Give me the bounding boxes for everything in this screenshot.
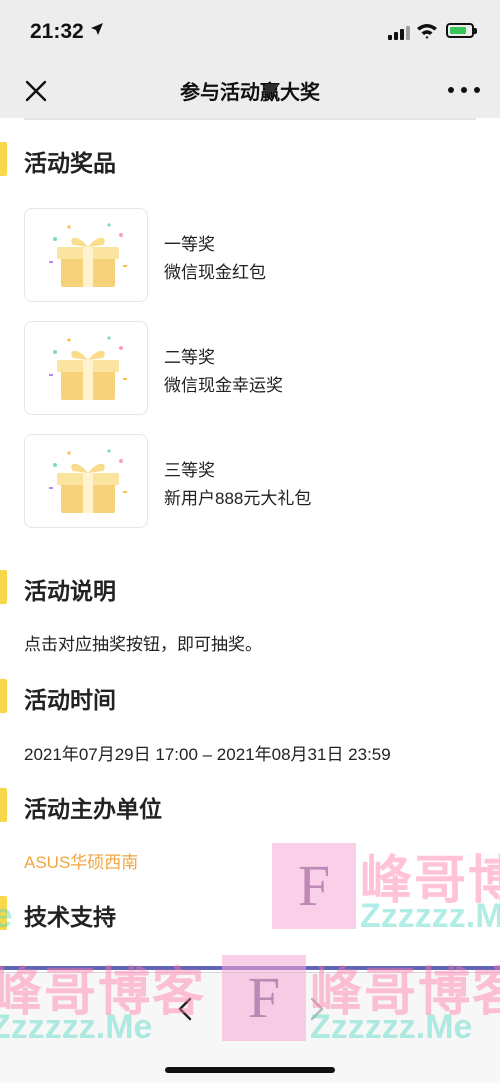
- time-text: 2021年07月29日 17:00 – 2021年08月31日 23:59: [24, 745, 391, 764]
- prize-rank: 二等奖: [164, 348, 215, 367]
- divider: [0, 966, 500, 970]
- status-time: 21:32: [30, 20, 84, 43]
- status-bar: 21:32: [0, 0, 500, 62]
- gift-box-icon: [49, 336, 127, 400]
- prize-name: 新用户888元大礼包: [164, 489, 312, 508]
- nav-bar: 参与活动赢大奖: [0, 62, 500, 118]
- gift-box-icon: [49, 449, 127, 513]
- section-accent-bar: [0, 679, 7, 713]
- section-title: 活动说明: [24, 578, 116, 604]
- cellular-signal-icon: [388, 26, 410, 40]
- home-indicator: [165, 1067, 335, 1073]
- organizer-text: ASUS华硕西南: [24, 853, 139, 872]
- divider: [24, 118, 476, 120]
- prize-image-box: [24, 208, 148, 302]
- section-accent-bar: [0, 142, 7, 176]
- bottom-toolbar: [0, 972, 500, 1083]
- battery-icon: [446, 23, 477, 38]
- section-header-organizer: 活动主办单位: [0, 786, 500, 826]
- section-accent-bar: [0, 896, 7, 930]
- section-title: 活动主办单位: [24, 796, 162, 822]
- section-header-description: 活动说明: [0, 568, 500, 608]
- prize-image-box: [24, 434, 148, 528]
- section-title: 活动时间: [24, 687, 116, 713]
- description-text: 点击对应抽奖按钮，即可抽奖。: [24, 635, 262, 654]
- section-title: 技术支持: [24, 904, 116, 930]
- prize-rank: 三等奖: [164, 461, 215, 480]
- chevron-right-icon[interactable]: [302, 995, 330, 1023]
- section-accent-bar: [0, 570, 7, 604]
- page-title: 参与活动赢大奖: [180, 82, 320, 104]
- prize-item-first: 一等奖 微信现金红包: [24, 208, 454, 302]
- more-dots-icon[interactable]: [448, 84, 480, 96]
- location-arrow-icon: [90, 22, 104, 39]
- prize-image-box: [24, 321, 148, 415]
- chevron-left-icon[interactable]: [172, 995, 200, 1023]
- prize-rank: 一等奖: [164, 235, 215, 254]
- section-header-time: 活动时间: [0, 677, 500, 717]
- prize-item-third: 三等奖 新用户888元大礼包: [24, 434, 454, 528]
- section-accent-bar: [0, 788, 7, 822]
- gift-box-icon: [49, 223, 127, 287]
- section-header-support: 技术支持: [0, 894, 500, 934]
- section-header-prizes: 活动奖品: [0, 140, 500, 180]
- wifi-icon: [416, 22, 438, 40]
- prize-name: 微信现金幸运奖: [164, 376, 283, 395]
- prize-item-second: 二等奖 微信现金幸运奖: [24, 321, 454, 415]
- section-title: 活动奖品: [24, 150, 116, 176]
- prize-name: 微信现金红包: [164, 263, 266, 282]
